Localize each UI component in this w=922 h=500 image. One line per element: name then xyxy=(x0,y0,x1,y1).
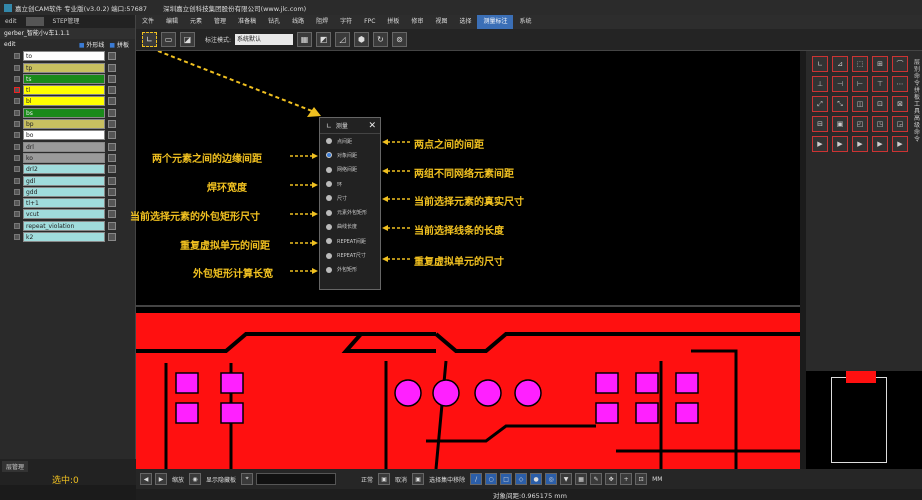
right-vertical-tabs[interactable]: 层别命令 拼板工具 高级命令 xyxy=(914,59,922,143)
eye-icon[interactable]: ◉ xyxy=(189,473,202,485)
tool-button-icon[interactable]: ⋯ xyxy=(892,76,908,92)
minimap-copper xyxy=(846,371,876,383)
arrow-left-icon[interactable]: ◀ xyxy=(140,473,152,485)
tool-button-icon[interactable]: ⬚ xyxy=(852,56,868,72)
minimap[interactable] xyxy=(806,371,922,469)
tool-button-icon[interactable]: ◳ xyxy=(872,116,888,132)
tool-button-icon[interactable]: ⊣ xyxy=(832,76,848,92)
tool-button-icon[interactable]: ⤡ xyxy=(832,96,848,112)
tool-button-icon[interactable]: ◫ xyxy=(852,96,868,112)
tool-button-icon[interactable]: ⊥ xyxy=(812,76,828,92)
annotation-arrows xyxy=(290,139,410,274)
pen-icon[interactable]: ✎ xyxy=(590,473,603,485)
bottom-toolbar: ◀ ▶ 缩放 ◉ 显示隐藏板 ⌖ 正常 ▣ 取消 ▣ 选择集中移除 / ○ □ … xyxy=(136,469,922,489)
command-input[interactable] xyxy=(256,473,337,485)
tool-button-icon[interactable]: ⤢ xyxy=(812,96,828,112)
tool-button-icon[interactable]: ⊟ xyxy=(812,116,828,132)
tool-button-icon[interactable]: ▣ xyxy=(832,116,848,132)
select-icon[interactable]: ▣ xyxy=(378,473,391,485)
tool-button-icon[interactable]: ⊤ xyxy=(872,76,888,92)
circle-tool-icon[interactable]: ○ xyxy=(485,473,498,485)
arrow-right-icon[interactable]: ▶ xyxy=(155,473,167,485)
pad-tool-icon[interactable]: ● xyxy=(530,473,543,485)
tool-button-icon[interactable]: ⌒ xyxy=(892,56,908,72)
drill-tool-icon[interactable]: ◎ xyxy=(545,473,558,485)
zoom-in-icon[interactable]: + xyxy=(620,473,633,485)
minimap-board-outline xyxy=(831,377,887,463)
tool-button-icon[interactable]: ◰ xyxy=(852,116,868,132)
tool-button-icon[interactable]: ⊡ xyxy=(872,96,888,112)
remove-selection-button[interactable]: 选择集中移除 xyxy=(427,475,467,484)
tool-grid: ∟ ⊿ ⬚ ⊞ ⌒ ⊥ ⊣ ⊢ ⊤ ⋯ ⤢ ⤡ ◫ ⊡ ⊠ ⊟ ▣ ◰ ◳ ◲ ▶ ▶ ▶ ▶ ▶ xyxy=(812,56,912,152)
target-icon[interactable]: ⌖ xyxy=(241,473,254,485)
snap-grid-icon[interactable]: ▦ xyxy=(575,473,588,485)
tool-button-icon[interactable]: ∟ xyxy=(812,56,828,72)
rect-tool-icon[interactable]: □ xyxy=(500,473,513,485)
polygon-tool-icon[interactable]: ◇ xyxy=(515,473,528,485)
filter-icon[interactable]: ▼ xyxy=(560,473,573,485)
remove-icon[interactable]: ▣ xyxy=(412,473,425,485)
right-panel: ∟ ⊿ ⬚ ⊞ ⌒ ⊥ ⊣ ⊢ ⊤ ⋯ ⤢ ⤡ ◫ ⊡ ⊠ ⊟ ▣ ◰ ◳ ◲ ▶ ▶ ▶ ▶ ▶ 层别命令 拼板工具 高级命令 xyxy=(806,51,922,469)
tool-button-icon[interactable]: ⊠ xyxy=(892,96,908,112)
tool-button-icon[interactable]: ⊢ xyxy=(852,76,868,92)
show-hide-button[interactable]: 显示隐藏板 xyxy=(204,475,238,484)
cancel-button[interactable]: 取消 xyxy=(393,475,409,484)
zoom-label: 缩放 xyxy=(172,476,185,484)
tool-button-icon[interactable]: ◲ xyxy=(892,116,908,132)
unit-dropdown[interactable]: MM xyxy=(650,476,664,483)
status-bar: 对象间距:0.965175 mm xyxy=(136,489,922,500)
tool-button-icon[interactable]: ▶ xyxy=(892,136,908,152)
mode-dropdown[interactable]: 正常 xyxy=(359,475,375,484)
tool-button-icon[interactable]: ⊞ xyxy=(872,56,888,72)
tool-button-icon[interactable]: ⊿ xyxy=(832,56,848,72)
tool-button-icon[interactable]: ▶ xyxy=(852,136,868,152)
tool-button-icon[interactable]: ▶ xyxy=(832,136,848,152)
tool-button-icon[interactable]: ▶ xyxy=(812,136,828,152)
line-tool-icon[interactable]: / xyxy=(470,473,483,485)
pan-icon[interactable]: ✥ xyxy=(605,473,618,485)
tool-button-icon[interactable]: ▶ xyxy=(872,136,888,152)
status-text: 对象间距:0.965175 mm xyxy=(493,492,567,500)
fit-icon[interactable]: ⊡ xyxy=(635,473,648,485)
